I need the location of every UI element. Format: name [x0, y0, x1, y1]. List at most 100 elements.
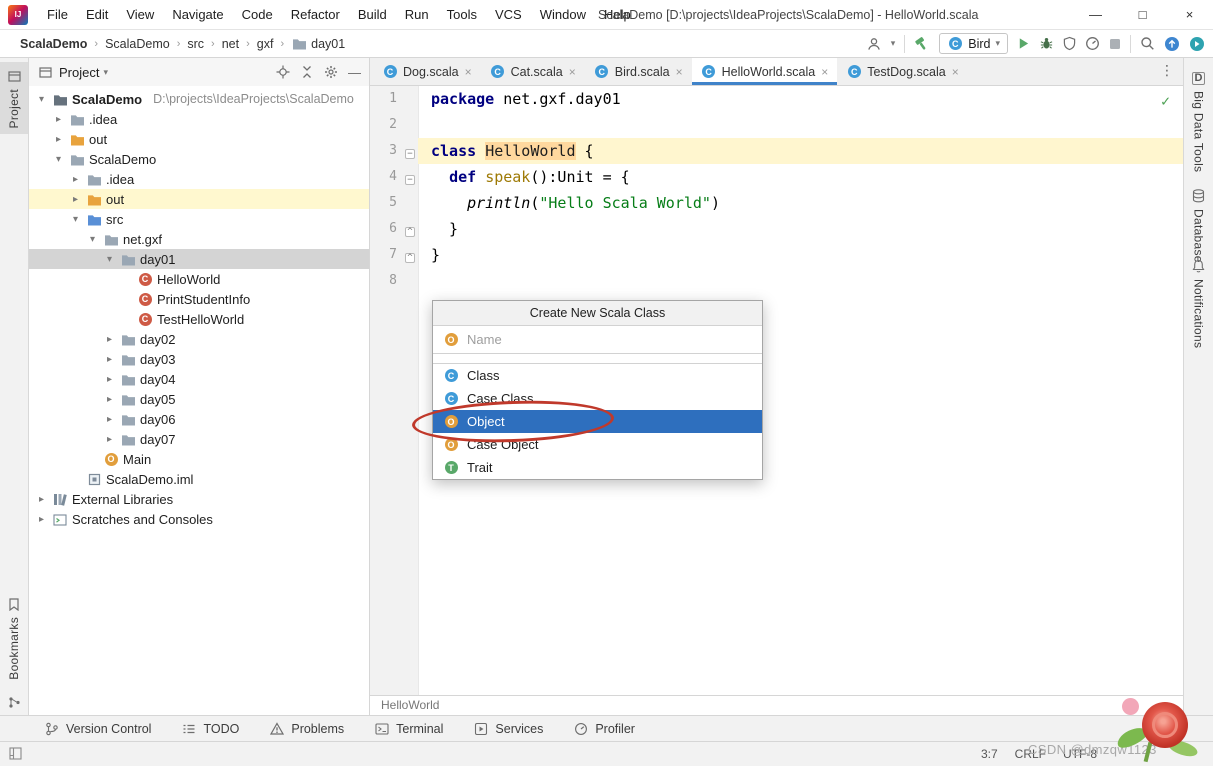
line-number[interactable]: 5 — [370, 190, 402, 216]
tree-item-scalademo-iml[interactable]: ScalaDemo.iml — [29, 469, 369, 489]
menu-window[interactable]: Window — [531, 0, 595, 29]
chevron-down-icon[interactable]: ▾ — [86, 234, 99, 245]
chevron-right-icon[interactable]: ▸ — [52, 114, 65, 125]
chevron-down-icon[interactable]: ▾ — [35, 94, 48, 105]
kind-option-case-object[interactable]: O Case Object — [433, 433, 762, 456]
coverage-icon[interactable] — [1063, 36, 1076, 51]
chevron-right-icon[interactable]: ▸ — [103, 374, 116, 385]
menu-code[interactable]: Code — [233, 0, 282, 29]
tree-item-src[interactable]: ▾ src — [29, 209, 369, 229]
editor-breadcrumb[interactable]: HelloWorld — [370, 695, 1183, 715]
toolwindow-button-version-control[interactable]: Version Control — [44, 722, 151, 736]
code-line-4[interactable]: 4− def speak():Unit = { — [370, 164, 1183, 190]
chevron-right-icon[interactable]: ▸ — [52, 134, 65, 145]
kind-option-trait[interactable]: T Trait — [433, 456, 762, 479]
breadcrumb-item-scalademo[interactable]: ScalaDemo — [105, 37, 170, 51]
fold-marker-icon[interactable]: ^ — [402, 216, 418, 242]
breadcrumb-item-day01[interactable]: day01 — [291, 37, 345, 51]
chevron-down-icon[interactable]: ▾ — [52, 154, 65, 165]
toolwindow-button-terminal[interactable]: Terminal — [374, 722, 443, 736]
menu-run[interactable]: Run — [396, 0, 438, 29]
tree-item-scratches-and-consoles[interactable]: ▸ Scratches and Consoles — [29, 509, 369, 529]
toolwindow-stripe-notifications[interactable]: Notifications — [1184, 252, 1213, 354]
line-number[interactable]: 7 — [370, 242, 402, 268]
chevron-down-icon[interactable]: ▾ — [69, 214, 82, 225]
code-line-7[interactable]: 7 ^} — [370, 242, 1183, 268]
line-number[interactable]: 3 — [370, 138, 402, 164]
chevron-right-icon[interactable]: ▸ — [69, 194, 82, 205]
close-button[interactable]: × — [1166, 0, 1213, 29]
line-number[interactable]: 2 — [370, 112, 402, 138]
menu-tools[interactable]: Tools — [438, 0, 486, 29]
tree-item-printstudentinfo[interactable]: C PrintStudentInfo — [29, 289, 369, 309]
menu-edit[interactable]: Edit — [77, 0, 117, 29]
chevron-right-icon[interactable]: ▸ — [103, 434, 116, 445]
debug-icon[interactable] — [1039, 36, 1054, 51]
tree-item-day02[interactable]: ▸ day02 — [29, 329, 369, 349]
toolwindow-button-todo[interactable]: TODO — [181, 722, 239, 736]
close-icon[interactable]: × — [952, 65, 959, 79]
profiler-icon[interactable] — [1085, 36, 1100, 51]
hammer-icon[interactable] — [914, 36, 930, 52]
close-icon[interactable]: × — [676, 65, 683, 79]
menu-build[interactable]: Build — [349, 0, 396, 29]
chevron-right-icon[interactable]: ▸ — [103, 414, 116, 425]
toolwindow-stripe-project[interactable]: Project — [0, 62, 28, 135]
tree-item-idea[interactable]: ▸ .idea — [29, 109, 369, 129]
close-icon[interactable]: × — [821, 65, 828, 79]
chevron-right-icon[interactable]: ▸ — [35, 514, 48, 525]
code-line-1[interactable]: 1 package net.gxf.day01 — [370, 86, 1183, 112]
editor-tab-dog-scala[interactable]: C Dog.scala × — [373, 58, 481, 85]
locate-file-icon[interactable] — [276, 65, 290, 79]
toolwindow-layout-icon[interactable] — [9, 747, 22, 760]
code-line-6[interactable]: 6 ^ } — [370, 216, 1183, 242]
tree-item-day01[interactable]: ▾ day01 — [29, 249, 369, 269]
toolwindow-button-profiler[interactable]: Profiler — [573, 722, 635, 736]
tree-item-external-libraries[interactable]: ▸ External Libraries — [29, 489, 369, 509]
minimize-button[interactable]: — — [1072, 0, 1119, 29]
tree-item-scalademo[interactable]: ▾ ScalaDemo — [29, 149, 369, 169]
chevron-right-icon[interactable]: ▸ — [103, 334, 116, 345]
stop-icon[interactable] — [1109, 38, 1121, 50]
breadcrumb-item-gxf[interactable]: gxf — [257, 37, 274, 51]
menu-view[interactable]: View — [117, 0, 163, 29]
code-line-2[interactable]: 2 — [370, 112, 1183, 138]
fold-marker-icon[interactable]: ^ — [402, 242, 418, 268]
editor-tab-bird-scala[interactable]: C Bird.scala × — [585, 58, 692, 85]
toolwindow-button-services[interactable]: Services — [473, 722, 543, 736]
code-with-me-icon[interactable] — [1189, 36, 1205, 52]
close-icon[interactable]: × — [465, 65, 472, 79]
tree-item-day04[interactable]: ▸ day04 — [29, 369, 369, 389]
class-name-input[interactable]: O Name — [433, 326, 762, 354]
update-icon[interactable] — [1164, 36, 1180, 52]
collapse-all-icon[interactable] — [300, 65, 314, 79]
chevron-right-icon[interactable]: ▸ — [69, 174, 82, 185]
chevron-right-icon[interactable]: ▸ — [35, 494, 48, 505]
code-line-5[interactable]: 5 println("Hello Scala World") — [370, 190, 1183, 216]
breadcrumb-item-net[interactable]: net — [222, 37, 239, 51]
tree-item-helloworld[interactable]: C HelloWorld — [29, 269, 369, 289]
tree-item-out[interactable]: ▸ out — [29, 129, 369, 149]
menu-refactor[interactable]: Refactor — [282, 0, 349, 29]
caret-position-widget[interactable]: 3:7 — [981, 747, 998, 761]
editor-tab-cat-scala[interactable]: C Cat.scala × — [481, 58, 585, 85]
tree-item-day06[interactable]: ▸ day06 — [29, 409, 369, 429]
maximize-button[interactable]: □ — [1119, 0, 1166, 29]
close-icon[interactable]: × — [569, 65, 576, 79]
toolwindow-stripe-bookmarks[interactable]: Bookmarks — [0, 590, 28, 686]
menu-file[interactable]: File — [38, 0, 77, 29]
tree-item-idea[interactable]: ▸ .idea — [29, 169, 369, 189]
tree-item-out[interactable]: ▸ out — [29, 189, 369, 209]
line-number[interactable]: 6 — [370, 216, 402, 242]
menu-navigate[interactable]: Navigate — [163, 0, 232, 29]
chevron-right-icon[interactable]: ▸ — [103, 354, 116, 365]
line-number[interactable]: 8 — [370, 268, 402, 294]
menu-vcs[interactable]: VCS — [486, 0, 531, 29]
tabs-more-icon[interactable]: ⋮ — [1160, 62, 1174, 79]
toolwindow-button-problems[interactable]: Problems — [269, 722, 344, 736]
code-line-8[interactable]: 8 — [370, 268, 1183, 294]
user-icon[interactable] — [866, 36, 882, 52]
tree-item-testhelloworld[interactable]: C TestHelloWorld — [29, 309, 369, 329]
breadcrumb-item-scalademo[interactable]: ScalaDemo — [20, 37, 87, 51]
breadcrumb-item-src[interactable]: src — [187, 37, 204, 51]
